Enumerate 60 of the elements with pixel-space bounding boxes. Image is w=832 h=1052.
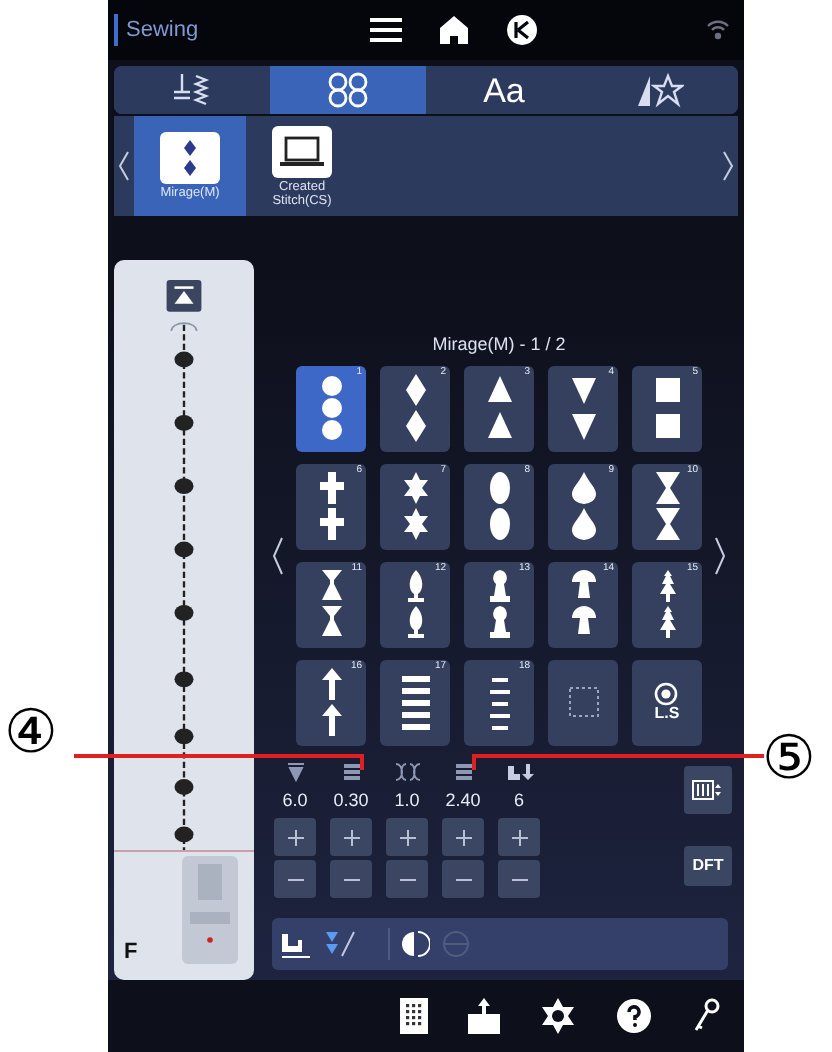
plus-button[interactable] <box>498 818 540 856</box>
presser-foot-letter: F <box>124 937 138 967</box>
callout-number: ④ <box>4 704 58 764</box>
page-title: Mirage(M) - 1 / 2 <box>432 332 566 358</box>
default-button[interactable]: DFT <box>684 845 732 885</box>
chevron-left-icon[interactable] <box>272 535 284 575</box>
settings-icon[interactable] <box>540 998 576 1034</box>
circle-logo-icon[interactable] <box>506 14 538 46</box>
menu-icon[interactable] <box>370 16 402 44</box>
laptop-icon <box>280 135 324 167</box>
minus-icon <box>343 877 359 881</box>
key-icon[interactable] <box>692 998 720 1034</box>
pattern-sheet-icon[interactable] <box>400 998 428 1034</box>
stitch-button[interactable]: L.S <box>632 659 702 745</box>
tab-label: Aa <box>483 73 525 107</box>
layout-button[interactable] <box>684 765 732 813</box>
mirror-icon[interactable] <box>401 930 429 958</box>
minus-icon <box>511 877 527 881</box>
stitch-label: L.S <box>654 706 680 722</box>
needle-icon <box>285 761 305 781</box>
plus-button[interactable] <box>386 818 428 856</box>
lines-icon <box>341 761 361 781</box>
lines-icon <box>453 761 473 781</box>
chevron-right-icon[interactable] <box>714 535 726 575</box>
diamonds-icon <box>182 138 198 178</box>
star-icon <box>636 72 684 108</box>
screen-title: Sewing <box>114 13 314 47</box>
stitch-category-tab[interactable] <box>270 66 426 114</box>
setting-value: 2.40 <box>445 787 481 813</box>
chevron-right-icon[interactable] <box>722 150 734 182</box>
setting-value: 6.0 <box>282 787 308 813</box>
presser-foot-icon[interactable] <box>279 928 311 960</box>
presser-foot-drawing <box>176 852 244 968</box>
tension-icon <box>393 761 421 781</box>
plus-button[interactable] <box>442 818 484 856</box>
columns-icon <box>692 779 724 799</box>
wifi-icon <box>706 20 730 40</box>
plus-button[interactable] <box>330 818 372 856</box>
setting-value: 6 <box>513 787 524 813</box>
minus-icon <box>455 877 471 881</box>
plus-icon <box>287 829 303 845</box>
minus-icon <box>287 877 303 881</box>
needle-down-icon[interactable] <box>323 928 355 960</box>
plus-icon <box>343 829 359 845</box>
callout-number: ⑤ <box>762 730 816 790</box>
home-icon[interactable] <box>438 14 470 46</box>
plus-icon <box>455 829 471 845</box>
plus-icon <box>399 829 415 845</box>
stitch-lines-icon <box>170 72 214 108</box>
setting-value: 0.30 <box>333 787 369 813</box>
chevron-left-icon[interactable] <box>118 150 130 182</box>
setting-value: 1.0 <box>394 787 420 813</box>
presser-icon <box>505 761 533 781</box>
plus-button[interactable] <box>274 818 316 856</box>
dotted-square-icon <box>567 686 599 718</box>
help-icon[interactable] <box>616 998 652 1034</box>
target-icon <box>654 682 679 706</box>
upload-icon[interactable] <box>468 998 500 1034</box>
plus-icon <box>511 829 527 845</box>
minus-icon <box>399 877 415 881</box>
